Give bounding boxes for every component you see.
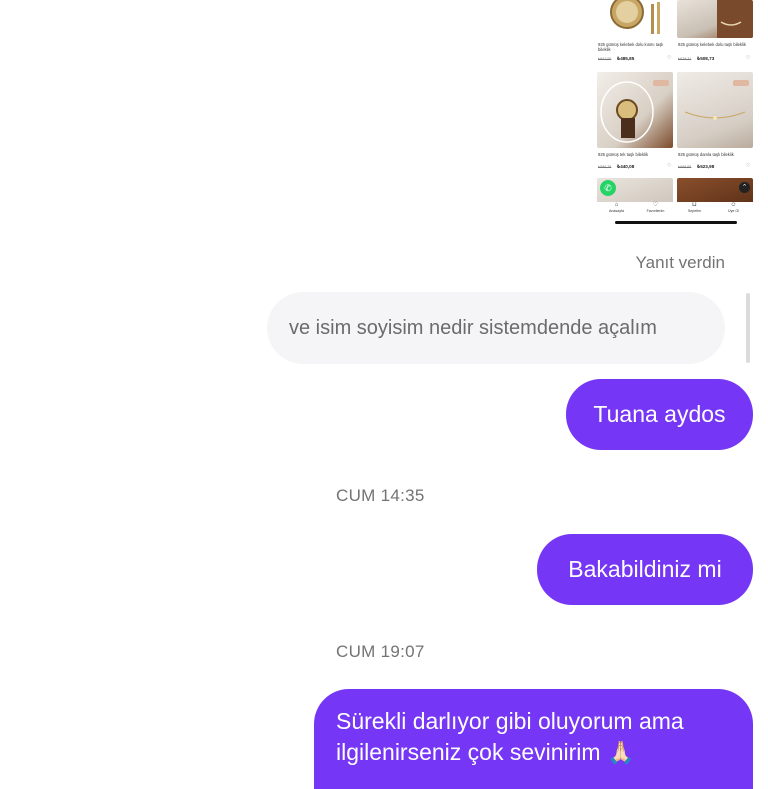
- praying-hands-emoji: 🙏🏻: [606, 740, 635, 765]
- shared-screenshot-image[interactable]: 925 gümüş kelebek dolu kısmı taşlı bilek…: [597, 0, 753, 226]
- home-indicator: [615, 221, 737, 224]
- quote-bar: [746, 293, 750, 363]
- bracelet-icon: [684, 80, 749, 120]
- product-old-price: ₺647,00: [598, 57, 612, 61]
- product-name: 925 gümüş tek taşlı bileklik: [598, 152, 649, 157]
- watch-icon: [600, 80, 669, 143]
- outgoing-message[interactable]: Tuana aydos: [566, 379, 753, 450]
- product-price: ₺485,85: [617, 56, 635, 61]
- product-image: [597, 0, 673, 38]
- scroll-top-icon[interactable]: ⌃: [739, 182, 750, 193]
- product-image: [597, 72, 673, 148]
- cart-icon: ⊔: [692, 202, 697, 208]
- product-price: ₺508,73: [697, 56, 715, 61]
- nav-item-cart[interactable]: ⊔ Sepetim: [677, 202, 713, 213]
- nav-label: Anasayfa: [609, 209, 624, 213]
- nav-item-account[interactable]: ☺ Üye Ol: [716, 202, 752, 213]
- product-price: ₺440,08: [617, 164, 635, 169]
- watch-icon: [610, 0, 660, 34]
- nav-label: Favorilerim: [646, 209, 665, 213]
- product-old-price: ₺698,65: [678, 165, 692, 169]
- product-image: [677, 0, 753, 38]
- heart-icon[interactable]: ♡: [746, 164, 751, 169]
- product-old-price: ₺678,31: [678, 57, 692, 61]
- nav-item-favorites[interactable]: ♡ Favorilerim: [638, 202, 674, 213]
- product-name: 925 gümüş damla taşlı bileklik: [678, 152, 734, 157]
- outgoing-message[interactable]: Sürekli darlıyor gibi oluyorum ama ilgil…: [314, 689, 753, 789]
- product-old-price: ₺586,78: [598, 165, 612, 169]
- product-name: 925 gümüş kelebek dolu kısmı taşlı bilek…: [598, 42, 664, 52]
- timestamp: CUM 19:07: [336, 642, 425, 661]
- heart-icon: ♡: [652, 202, 659, 208]
- user-icon: ☺: [730, 202, 737, 208]
- bottom-nav: ⌂ Anasayfa ♡ Favorilerim ⊔ Sepetim ☺ Üye…: [597, 202, 753, 218]
- home-icon: ⌂: [614, 202, 619, 208]
- product-price: ₺523,98: [697, 164, 715, 169]
- reply-label: Yanıt verdin: [635, 253, 725, 272]
- outgoing-message[interactable]: Bakabildiniz mi: [537, 534, 753, 605]
- whatsapp-icon[interactable]: ✆: [600, 180, 616, 196]
- nav-label: Üye Ol: [728, 209, 739, 213]
- bracelet-icon: [717, 0, 753, 38]
- product-name: 925 gümüş kelebek dolu taşlı bileklik: [678, 42, 746, 47]
- timestamp: CUM 14:35: [336, 486, 425, 505]
- heart-icon[interactable]: ♡: [746, 56, 751, 61]
- product-image: [677, 72, 753, 148]
- nav-item-home[interactable]: ⌂ Anasayfa: [599, 202, 635, 213]
- nav-label: Sepetim: [687, 209, 702, 213]
- quoted-message[interactable]: ve isim soyisim nedir sistemdende açalım: [267, 292, 725, 364]
